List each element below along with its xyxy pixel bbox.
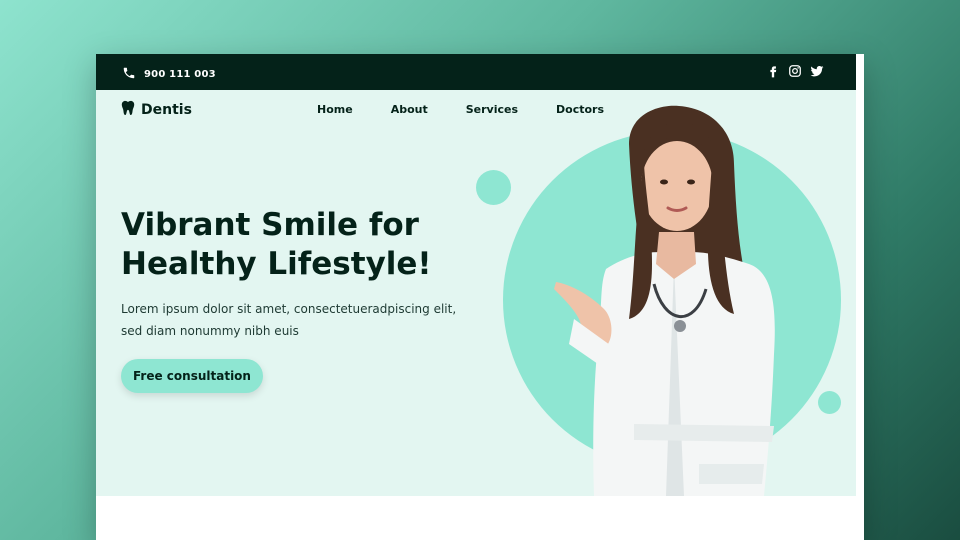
- free-consultation-button[interactable]: Free consultation: [121, 359, 263, 393]
- website-window: 900 111 003 Dentis Home About Services D…: [96, 54, 864, 540]
- logo[interactable]: Dentis: [121, 99, 192, 121]
- instagram-icon[interactable]: [788, 64, 802, 78]
- nav-item-services[interactable]: Services: [466, 103, 518, 116]
- nav-item-about[interactable]: About: [391, 103, 428, 116]
- next-section: [96, 496, 856, 540]
- logo-text: Dentis: [141, 102, 192, 118]
- tooth-icon: [121, 99, 135, 121]
- decor-circle-small: [476, 170, 511, 205]
- hero-text: Lorem ipsum dolor sit amet, consectetuer…: [121, 302, 457, 338]
- nav-item-home[interactable]: Home: [317, 103, 353, 116]
- decor-circle-tiny: [818, 391, 841, 414]
- facebook-icon[interactable]: [766, 64, 780, 78]
- page-edge: [856, 54, 864, 540]
- top-bar: 900 111 003: [96, 54, 856, 90]
- phone-contact[interactable]: 900 111 003: [122, 65, 216, 84]
- hero-title: Vibrant Smile for Healthy Lifestyle!: [121, 207, 432, 282]
- twitter-icon[interactable]: [810, 64, 824, 78]
- social-links: [766, 64, 824, 78]
- phone-number: 900 111 003: [144, 69, 216, 80]
- phone-icon: [122, 65, 136, 84]
- doctor-photo: [554, 105, 775, 496]
